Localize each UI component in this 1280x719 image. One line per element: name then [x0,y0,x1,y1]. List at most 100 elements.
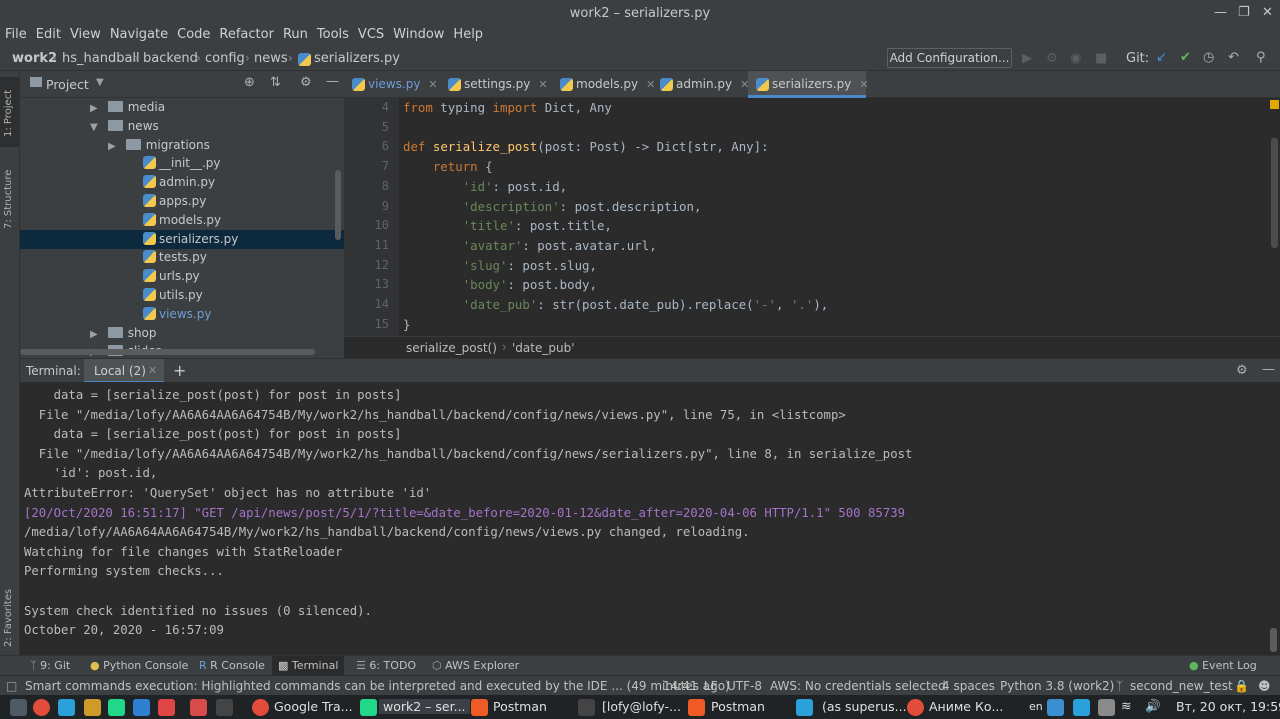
line-separator[interactable]: LF [704,679,718,693]
minimize-icon[interactable]: — [1214,5,1227,20]
chevron-right-icon[interactable]: ▶ [90,103,98,114]
breadcrumb-project[interactable]: work2 [12,51,57,66]
shield-icon[interactable] [1098,699,1115,716]
tree-horizontal-scrollbar[interactable] [20,349,315,355]
breadcrumb-backend[interactable]: backend [143,51,198,66]
aws-credentials[interactable]: AWS: No credentials selected [770,679,946,693]
tree-folder[interactable]: ▶ migrations [20,136,344,155]
terminal-tool-button[interactable]: ▩ Terminal [272,656,345,676]
python-console-button[interactable]: ● Python Console [90,659,188,672]
taskbar-item-postman-2[interactable]: Postman [711,699,765,714]
maximize-icon[interactable]: ❐ [1238,5,1250,20]
hide-panel-icon[interactable]: — [326,74,339,89]
close-tab-icon[interactable]: ✕ [428,78,437,91]
git-tool-button[interactable]: ᛉ 9: Git [30,659,70,672]
code-crumb-key[interactable]: 'date_pub' [512,341,575,355]
tab-settings[interactable]: settings.py ✕ [440,71,552,98]
menu-window[interactable]: Window [393,27,444,47]
git-branch[interactable]: second_new_test [1130,679,1233,693]
close-tab-icon[interactable]: ✕ [148,364,157,377]
taskbar-item-terminal[interactable]: [lofy@lofy-... [602,699,681,714]
collapse-all-icon[interactable]: ⇅ [270,75,281,90]
chevron-right-icon[interactable]: ▶ [90,329,98,340]
clock[interactable]: Вт, 20 окт, 19:59 [1176,699,1280,714]
menu-help[interactable]: Help [453,27,483,47]
volume-icon[interactable]: 🔊 [1145,698,1161,714]
terminal-tab[interactable]: Local (2) ✕ [84,359,164,383]
hide-panel-icon[interactable]: — [1262,362,1275,377]
notifications-icon[interactable]: ☻ [1258,679,1271,693]
menu-file[interactable]: File [5,27,27,47]
taskbar-item-google-translate[interactable]: Google Tra... [274,699,353,714]
search-icon[interactable]: ⚲ [1256,50,1266,65]
rollback-icon[interactable]: ↶ [1228,50,1239,65]
r-console-button[interactable]: R R Console [199,659,265,672]
structure-tool-tab[interactable]: 7: Structure [3,170,14,229]
tree-scrollbar[interactable] [335,170,341,240]
event-log-button[interactable]: ● Event Log [1189,659,1257,672]
taskbar-item-pycharm[interactable]: work2 – ser... [379,699,470,714]
keyboard-layout[interactable]: en [1029,700,1043,713]
editor-scroll-thumb[interactable] [1271,138,1278,248]
warning-indicator-icon[interactable] [1270,100,1279,109]
sublime-icon[interactable] [84,699,101,716]
tree-file[interactable]: __init__.py [20,154,344,173]
aws-explorer-button[interactable]: ⬡ AWS Explorer [432,659,519,672]
breadcrumb-file[interactable]: serializers.py [314,51,400,66]
editor-scrollbar[interactable] [1269,98,1280,336]
tree-file[interactable]: apps.py [20,192,344,211]
window-square-icon[interactable]: □ [6,679,17,693]
tree-file[interactable]: tests.py [20,248,344,267]
coverage-icon[interactable]: ◉ [1070,51,1081,66]
app-menu-icon[interactable] [10,699,27,716]
taskbar-item-anime[interactable]: Аниме Ко... [929,699,1003,714]
tree-folder[interactable]: ▶ media [20,98,344,117]
project-panel-title[interactable]: Project [46,77,89,92]
chevron-down-icon[interactable]: ▼ [90,122,98,133]
favorites-tool-tab[interactable]: 2: Favorites [3,589,14,647]
menu-view[interactable]: View [70,27,101,47]
tree-folder[interactable]: ▼ news [20,117,344,136]
tab-admin[interactable]: admin.py ✕ [652,71,749,98]
file-encoding[interactable]: UTF-8 [727,679,762,693]
menu-navigate[interactable]: Navigate [110,27,168,47]
menu-run[interactable]: Run [283,27,308,47]
todo-tool-button[interactable]: ☰ 6: TODO [356,659,416,672]
indent-setting[interactable]: 4 spaces [942,679,995,693]
debug-icon[interactable]: ⚙ [1046,51,1058,66]
tree-file[interactable]: urls.py [20,267,344,286]
python-interpreter[interactable]: Python 3.8 (work2) [1000,679,1114,693]
menu-vcs[interactable]: VCS [358,27,384,47]
pycharm-icon[interactable] [108,699,125,716]
breadcrumb-config[interactable]: config [205,51,245,66]
project-tool-tab[interactable]: 1: Project [3,90,14,137]
taskbar-item-telegram[interactable]: (as superus... [822,699,907,714]
files-icon[interactable] [190,699,207,716]
status-message[interactable]: Smart commands execution: Highlighted co… [25,679,730,693]
code-editor[interactable]: from typing import Dict, Any def serializ… [399,98,1269,336]
terminal-output[interactable]: data = [serialize_post(post) for post in… [20,382,1280,655]
tree-file[interactable]: serializers.py [20,229,344,249]
git-update-icon[interactable]: ↙ [1156,50,1167,65]
menu-tools[interactable]: Tools [317,27,349,47]
tree-folder[interactable]: ▶ shop [20,324,344,343]
telegram-icon[interactable] [1073,699,1090,716]
locate-icon[interactable]: ⊕ [244,75,255,90]
gear-icon[interactable]: ⚙ [300,75,312,90]
tree-file[interactable]: utils.py [20,286,344,305]
breadcrumb-news[interactable]: news [254,51,288,66]
red-app-icon[interactable] [158,699,175,716]
close-tab-icon[interactable]: ✕ [859,78,868,91]
terminal-scrollbar[interactable] [1270,628,1277,652]
tree-file[interactable]: admin.py [20,173,344,192]
caret-position[interactable]: 14:41 [663,679,698,693]
tray-icon[interactable] [1047,699,1064,716]
taskbar-item-postman[interactable]: Postman [493,699,547,714]
breadcrumb-hs-handball[interactable]: hs_handball [62,51,140,66]
telegram-icon[interactable] [58,699,75,716]
git-commit-icon[interactable]: ✔ [1180,50,1191,65]
wifi-icon[interactable]: ≋ [1121,698,1131,713]
run-icon[interactable]: ▶ [1022,51,1032,66]
menu-refactor[interactable]: Refactor [219,27,274,47]
code-crumb-function[interactable]: serialize_post() [406,341,497,355]
